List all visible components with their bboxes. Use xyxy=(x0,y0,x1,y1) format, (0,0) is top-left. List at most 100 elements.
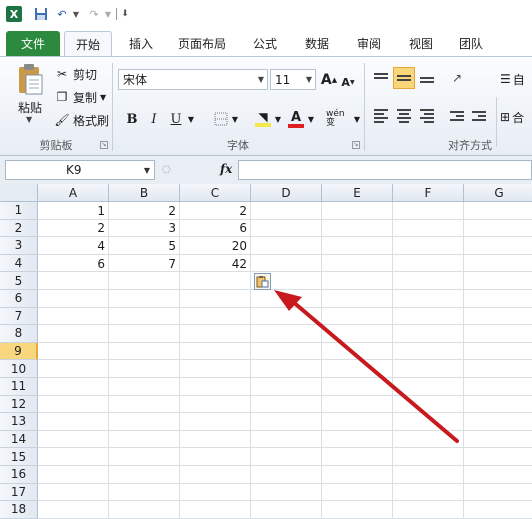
align-right-button[interactable] xyxy=(416,105,438,127)
undo-icon[interactable]: ↶ xyxy=(54,6,70,22)
cell-c3[interactable]: 20 xyxy=(180,237,251,255)
row-header-12[interactable]: 12 xyxy=(0,395,38,414)
paste-options-icon[interactable] xyxy=(254,273,271,290)
format-painter-button[interactable]: 🖌 格式刷 xyxy=(54,111,109,129)
cell-c4[interactable]: 42 xyxy=(180,255,251,273)
row-header-16[interactable]: 16 xyxy=(0,466,38,484)
align-top-button[interactable] xyxy=(370,67,392,89)
align-center-button[interactable] xyxy=(393,105,415,127)
paste-icon[interactable] xyxy=(16,63,44,95)
customize-toolbar-icon[interactable]: ⬇ xyxy=(120,6,130,22)
underline-dropdown-icon[interactable]: ▼ xyxy=(186,109,196,129)
copy-button[interactable]: ❐ 复制 ▼ xyxy=(54,88,107,106)
cell-b3[interactable]: 5 xyxy=(109,237,180,255)
border-dropdown-icon[interactable]: ▼ xyxy=(230,109,240,129)
undo-dropdown-icon[interactable]: ▼ xyxy=(72,6,80,22)
phonetic-dropdown-icon[interactable]: ▼ xyxy=(352,109,362,129)
copy-dropdown-icon[interactable]: ▼ xyxy=(100,93,106,102)
formula-input[interactable] xyxy=(238,160,532,180)
column-header-a[interactable]: A xyxy=(38,184,109,202)
cell-a3[interactable]: 4 xyxy=(38,237,109,255)
tab-team[interactable]: 团队 xyxy=(450,31,492,56)
tab-view[interactable]: 视图 xyxy=(400,31,442,56)
row-header-10[interactable]: 10 xyxy=(0,360,38,378)
redo-dropdown-icon[interactable]: ▼ xyxy=(104,6,112,22)
chevron-down-icon: ▼ xyxy=(257,75,264,84)
formula-bar-handle-icon[interactable]: ◌ xyxy=(162,164,171,175)
bold-button[interactable]: B xyxy=(124,109,140,129)
tab-file[interactable]: 文件 xyxy=(6,31,60,56)
italic-button[interactable]: I xyxy=(146,109,162,129)
cell-b1[interactable]: 2 xyxy=(109,202,180,220)
font-name-select[interactable]: 宋体 ▼ xyxy=(118,69,268,90)
worksheet-grid[interactable]: ABCDEFG 1 2 3 4 5 6 7 8 9 10 11 12 13 14 15 16 17 18 1222… xyxy=(0,184,532,519)
wrap-text-button[interactable]: ☰ 自 xyxy=(500,69,532,89)
shrink-font-button[interactable]: A ▼ xyxy=(340,72,356,92)
row-header-18[interactable]: 18 xyxy=(0,501,38,519)
column-header-e[interactable]: E xyxy=(322,184,393,202)
save-icon[interactable] xyxy=(33,6,49,22)
align-middle-button[interactable] xyxy=(393,67,415,89)
insert-function-button[interactable]: fx xyxy=(220,162,232,176)
row-header-13[interactable]: 13 xyxy=(0,413,38,431)
cell-c1[interactable]: 2 xyxy=(180,202,251,220)
tab-formulas[interactable]: 公式 xyxy=(244,31,286,56)
fill-color-button[interactable]: ◥ xyxy=(254,109,272,129)
column-header-g[interactable]: G xyxy=(464,184,532,202)
row-header-17[interactable]: 17 xyxy=(0,483,38,502)
redo-icon[interactable]: ↷ xyxy=(86,6,102,22)
increase-indent-button[interactable] xyxy=(468,105,490,127)
clipboard-launcher-icon[interactable]: ↘ xyxy=(100,141,108,149)
paste-button[interactable]: 粘贴 xyxy=(14,99,46,116)
tab-insert[interactable]: 插入 xyxy=(120,31,162,56)
cell-b4[interactable]: 7 xyxy=(109,255,180,273)
cut-button[interactable]: ✂ 剪切 xyxy=(54,65,97,83)
tab-review[interactable]: 审阅 xyxy=(348,31,390,56)
merge-center-button[interactable]: ⊞ 合 xyxy=(500,107,532,127)
font-color-button[interactable]: A xyxy=(287,109,305,129)
grid-line xyxy=(38,377,532,378)
phonetic-button[interactable]: wén 变 xyxy=(326,109,352,129)
orientation-icon[interactable]: ↗ xyxy=(446,67,468,89)
column-header-d[interactable]: D xyxy=(251,184,322,202)
row-header-3[interactable]: 3 xyxy=(0,237,38,255)
row-header-4[interactable]: 4 xyxy=(0,254,38,273)
font-size-select[interactable]: 11 ▼ xyxy=(270,69,316,90)
select-all-button[interactable] xyxy=(0,184,38,202)
cell-a1[interactable]: 1 xyxy=(38,202,109,220)
decrease-indent-button[interactable] xyxy=(446,105,468,127)
underline-button[interactable]: U xyxy=(168,109,184,129)
row-header-6[interactable]: 6 xyxy=(0,290,38,308)
border-icon[interactable] xyxy=(212,109,230,129)
row-header-15[interactable]: 15 xyxy=(0,448,38,466)
cell-a2[interactable]: 2 xyxy=(38,220,109,238)
grid-line xyxy=(38,465,532,466)
tab-page-layout[interactable]: 页面布局 xyxy=(170,31,234,56)
row-header-14[interactable]: 14 xyxy=(0,430,38,449)
font-launcher-icon[interactable]: ↘ xyxy=(352,141,360,149)
row-header-9[interactable]: 9 xyxy=(0,342,38,361)
row-header-8[interactable]: 8 xyxy=(0,325,38,343)
row-header-2[interactable]: 2 xyxy=(0,219,38,238)
row-header-5[interactable]: 5 xyxy=(0,272,38,290)
row-header-7[interactable]: 7 xyxy=(0,307,38,326)
fill-color-dropdown-icon[interactable]: ▼ xyxy=(273,109,283,129)
column-header-c[interactable]: C xyxy=(180,184,251,202)
toolbar-divider xyxy=(116,8,117,20)
column-header-b[interactable]: B xyxy=(109,184,180,202)
align-left-button[interactable] xyxy=(370,105,392,127)
group-divider xyxy=(364,63,365,151)
paste-dropdown-icon[interactable]: ▼ xyxy=(26,115,32,124)
cell-b2[interactable]: 3 xyxy=(109,220,180,238)
cell-c2[interactable]: 6 xyxy=(180,220,251,238)
grow-font-button[interactable]: A ▲ xyxy=(320,70,338,90)
name-box[interactable]: K9 ▼ xyxy=(5,160,155,180)
column-header-f[interactable]: F xyxy=(393,184,464,202)
cell-a4[interactable]: 6 xyxy=(38,255,109,273)
tab-home[interactable]: 开始 xyxy=(64,31,112,56)
align-bottom-button[interactable] xyxy=(416,67,438,89)
font-color-dropdown-icon[interactable]: ▼ xyxy=(306,109,316,129)
row-header-1[interactable]: 1 xyxy=(0,202,38,220)
tab-data[interactable]: 数据 xyxy=(296,31,338,56)
row-header-11[interactable]: 11 xyxy=(0,378,38,396)
